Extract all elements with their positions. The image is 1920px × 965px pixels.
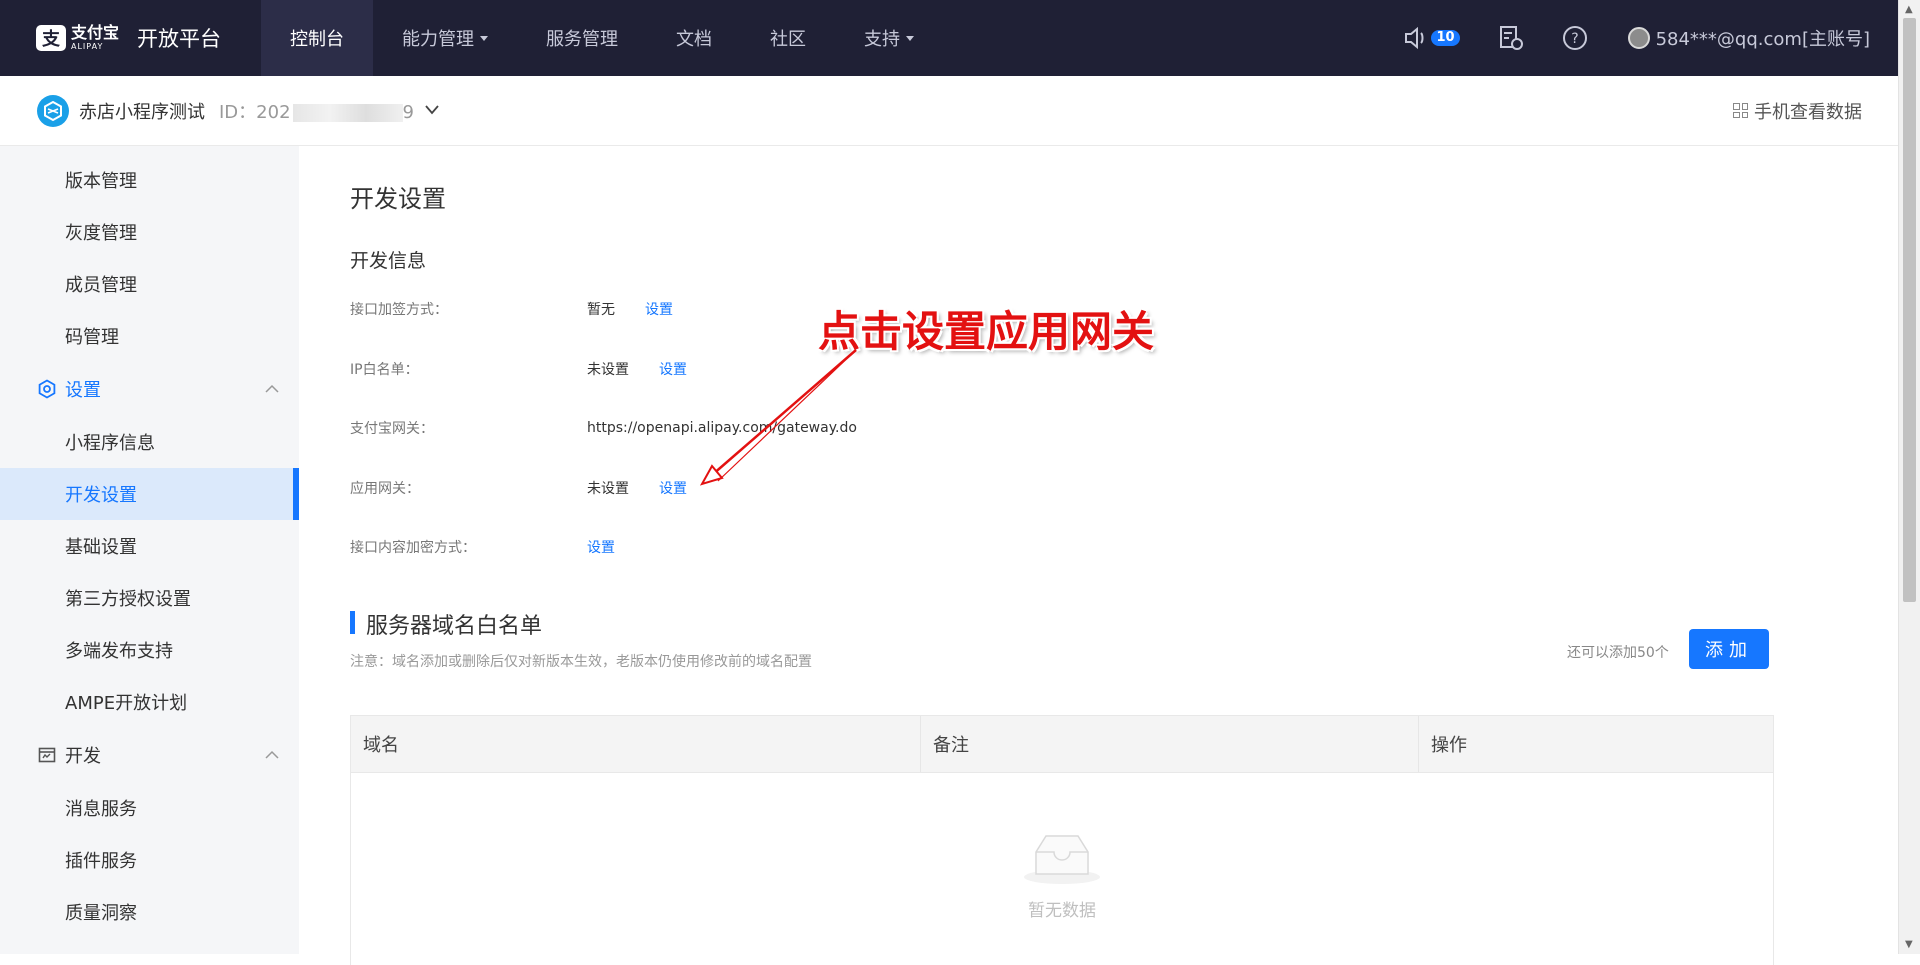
empty-text: 暂无数据 — [1028, 901, 1096, 921]
annotation-text: 点击设置应用网关 — [818, 307, 1155, 356]
sidebar-item-plugin-service[interactable]: 插件服务 — [0, 834, 299, 886]
scroll-down-icon[interactable]: ▼ — [1905, 939, 1913, 950]
sidebar-item-ampe[interactable]: AMPE开放计划 — [0, 676, 299, 728]
alipay-logo[interactable]: 支 支付宝 ALIPAY 开放平台 — [0, 0, 261, 76]
sidebar-item-version[interactable]: 版本管理 — [0, 154, 299, 206]
question-circle-icon: ? — [1562, 26, 1587, 50]
sidebar-group-dev[interactable]: 开发 — [0, 728, 299, 782]
sidebar: 版本管理 灰度管理 成员管理 码管理 设置 小程序信息 开发设置 基础设置 第三… — [0, 146, 299, 954]
sidebar-item-quality[interactable]: 质量洞察 — [0, 886, 299, 938]
nav-support[interactable]: 支持 — [835, 0, 943, 76]
empty-inbox-icon — [1022, 832, 1102, 886]
set-sign-method-link[interactable]: 设置 — [645, 299, 673, 319]
help-button[interactable]: ? — [1562, 25, 1588, 51]
app-header: 赤店小程序测试 ID：202 9 手机查看数据 — [0, 76, 1898, 146]
logo-en: ALIPAY — [71, 42, 104, 51]
top-navbar: 支 支付宝 ALIPAY 开放平台 控制台 能力管理 服务管理 文档 社区 支持… — [0, 0, 1898, 76]
page-scrollbar[interactable]: ▲ ▼ — [1898, 0, 1920, 954]
chevron-up-icon — [265, 381, 279, 397]
notification-badge: 10 — [1431, 30, 1460, 46]
sidebar-item-multi-platform[interactable]: 多端发布支持 — [0, 624, 299, 676]
chevron-down-icon[interactable] — [424, 101, 440, 120]
row-ip-whitelist: IP白名单： 未设置 设置 — [350, 358, 687, 380]
sidebar-item-dev-settings[interactable]: 开发设置 — [0, 468, 299, 520]
sidebar-item-message-service[interactable]: 消息服务 — [0, 782, 299, 834]
sidebar-item-gray[interactable]: 灰度管理 — [0, 206, 299, 258]
notification-button[interactable]: 10 — [1403, 26, 1460, 50]
main-content: 开发设置 开发信息 接口加签方式： 暂无 设置 IP白名单： 未设置 设置 支付… — [300, 146, 1898, 965]
nav-console[interactable]: 控制台 — [261, 0, 373, 76]
sidebar-group-settings[interactable]: 设置 — [0, 362, 299, 416]
empty-state: 暂无数据 — [351, 832, 1773, 921]
caret-down-icon — [906, 35, 914, 41]
set-ip-whitelist-link[interactable]: 设置 — [659, 359, 687, 379]
scroll-thumb[interactable] — [1903, 18, 1916, 602]
user-account[interactable]: 584***@qq.com[主账号] — [1627, 25, 1870, 51]
nav-service[interactable]: 服务管理 — [517, 0, 647, 76]
alipay-logo-icon: 支 — [36, 25, 66, 51]
nav-docs[interactable]: 文档 — [647, 0, 741, 76]
gear-icon — [37, 379, 57, 399]
app-name: 赤店小程序测试 — [79, 101, 205, 123]
sidebar-clipped-item — [0, 146, 299, 154]
chevron-up-icon — [265, 747, 279, 763]
logo-cn: 支付宝 — [71, 23, 120, 42]
redacted-id — [292, 103, 403, 122]
alipay-gateway-url: https://openapi.alipay.com/gateway.do — [587, 420, 857, 436]
caret-down-icon — [480, 35, 488, 41]
whitelist-note: 注意：域名添加或删除后仅对新版本生效，老版本仍使用修改前的域名配置 — [350, 654, 812, 670]
mobile-data-link[interactable]: 手机查看数据 — [1733, 98, 1862, 124]
column-action: 操作 — [1431, 735, 1467, 756]
row-alipay-gateway: 支付宝网关： https://openapi.alipay.com/gatewa… — [350, 420, 857, 437]
column-remark: 备注 — [921, 716, 1419, 772]
whitelist-remaining: 还可以添加50个 — [1567, 645, 1669, 661]
scroll-up-icon[interactable]: ▲ — [1905, 4, 1913, 15]
qr-code-icon — [1733, 103, 1748, 118]
calendar-code-icon — [37, 745, 57, 765]
app-id: ID：202 9 — [219, 101, 414, 123]
main-nav: 控制台 能力管理 服务管理 文档 社区 支持 — [261, 0, 943, 76]
sidebar-item-app-info[interactable]: 小程序信息 — [0, 416, 299, 468]
sidebar-item-basic-settings[interactable]: 基础设置 — [0, 520, 299, 572]
nav-capability[interactable]: 能力管理 — [373, 0, 517, 76]
whitelist-title: 服务器域名白名单 — [350, 608, 542, 640]
sidebar-item-members[interactable]: 成员管理 — [0, 258, 299, 310]
row-app-gateway: 应用网关： 未设置 设置 — [350, 477, 687, 499]
sidebar-item-code[interactable]: 码管理 — [0, 310, 299, 362]
row-content-encryption: 接口内容加密方式： 设置 — [350, 536, 615, 558]
set-content-encryption-link[interactable]: 设置 — [587, 537, 615, 557]
platform-title: 开放平台 — [137, 27, 222, 51]
domain-whitelist-table: 域名 备注 操作 暂无数据 — [350, 715, 1774, 965]
column-domain: 域名 — [351, 716, 921, 772]
table-header: 域名 备注 操作 — [351, 716, 1773, 773]
section-title-dev-info: 开发信息 — [350, 250, 427, 272]
sidebar-item-third-party-auth[interactable]: 第三方授权设置 — [0, 572, 299, 624]
set-app-gateway-link[interactable]: 设置 — [659, 478, 687, 498]
mini-program-icon — [37, 94, 69, 127]
avatar — [1627, 27, 1650, 49]
add-domain-button[interactable]: 添加 — [1689, 629, 1769, 669]
row-sign-method: 接口加签方式： 暂无 设置 — [350, 298, 673, 320]
nav-community[interactable]: 社区 — [741, 0, 835, 76]
document-clock-icon — [1499, 26, 1523, 50]
page-title: 开发设置 — [350, 185, 446, 213]
work-order-button[interactable] — [1498, 25, 1524, 51]
speaker-icon — [1405, 26, 1424, 50]
svg-text:?: ? — [1571, 31, 1578, 47]
